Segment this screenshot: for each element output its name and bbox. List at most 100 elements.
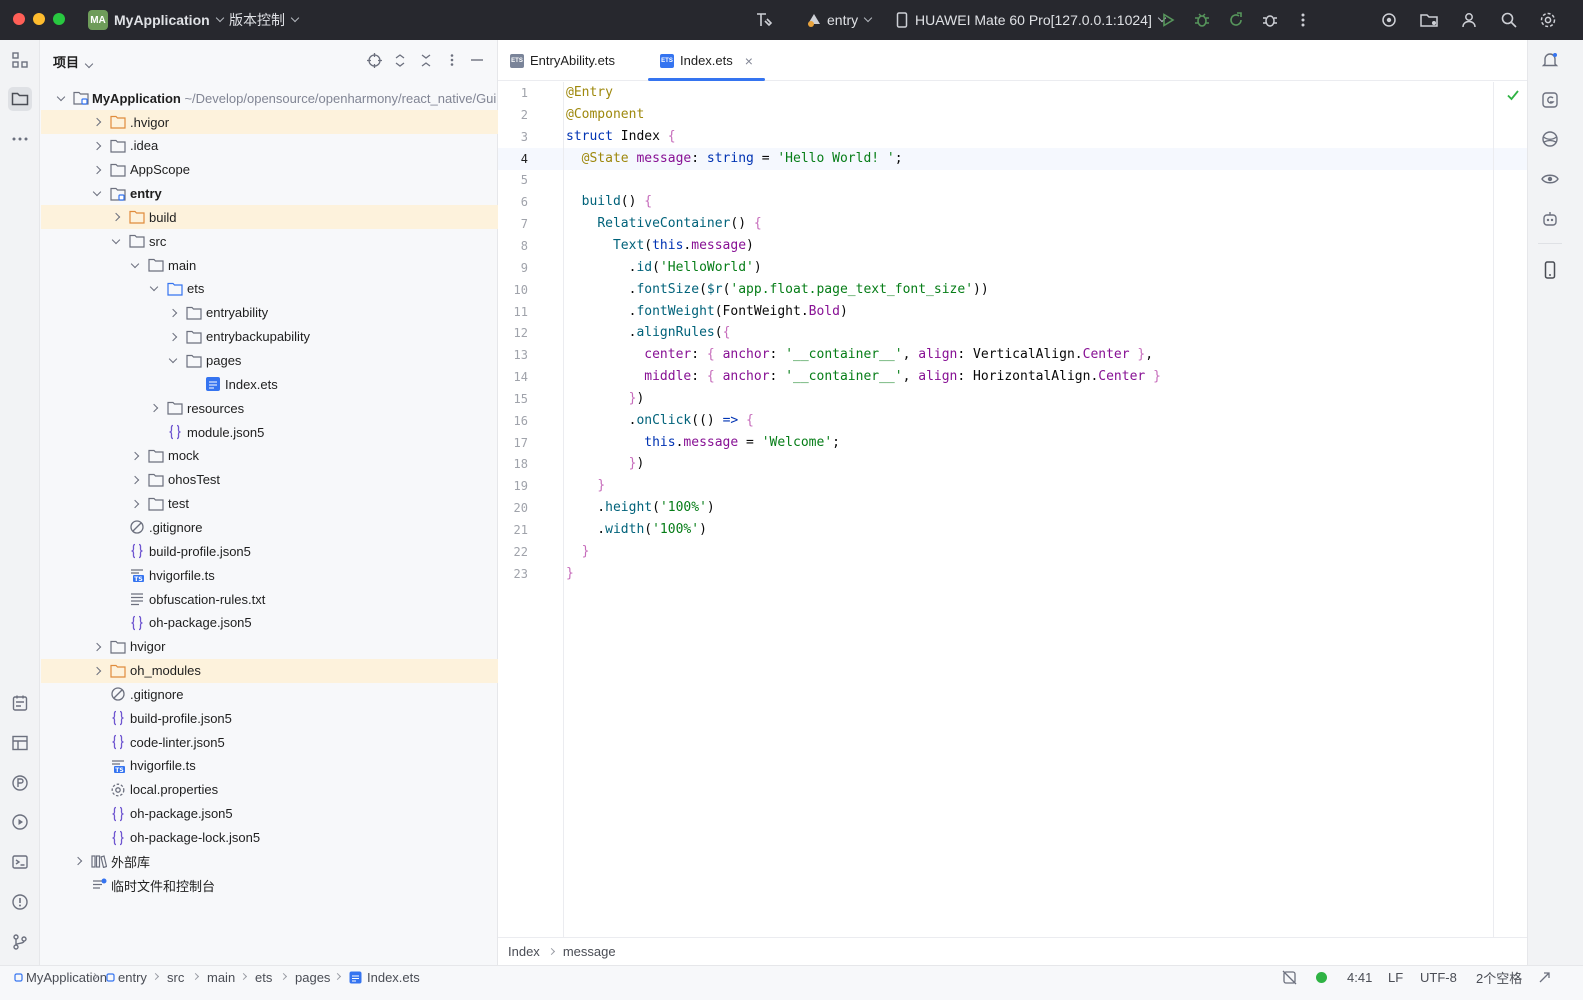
code-line[interactable]: @Entry xyxy=(566,82,613,104)
device-manager-icon[interactable] xyxy=(1419,10,1439,30)
tree-row[interactable]: local.properties xyxy=(41,778,498,802)
locate-file-icon[interactable] xyxy=(366,52,382,68)
tree-row[interactable]: obfuscation-rules.txt xyxy=(41,587,498,611)
chevron-right-icon[interactable] xyxy=(127,448,143,464)
code-line[interactable]: .width('100%') xyxy=(566,519,707,541)
status-path-item[interactable]: Index.ets xyxy=(367,966,420,989)
tree-row[interactable]: mock xyxy=(41,444,498,468)
tree-row[interactable]: .hvigor xyxy=(41,110,498,134)
tree-row[interactable]: resources xyxy=(41,396,498,420)
layout-table-icon[interactable] xyxy=(8,731,32,755)
code-line[interactable]: Text(this.message) xyxy=(566,235,754,257)
chevron-right-icon[interactable] xyxy=(89,663,105,679)
tree-row[interactable]: build xyxy=(41,205,498,230)
notifications-icon[interactable] xyxy=(1538,48,1562,72)
tree-row[interactable]: code-linter.json5 xyxy=(41,730,498,754)
expand-all-icon[interactable] xyxy=(392,52,408,68)
tree-row[interactable]: TS hvigorfile.ts xyxy=(41,563,498,587)
no-problems-check-icon[interactable] xyxy=(1506,88,1522,104)
close-window-button[interactable] xyxy=(13,13,25,25)
previewer-icon[interactable] xyxy=(1538,127,1562,151)
hide-panel-icon[interactable] xyxy=(469,52,485,68)
tree-row[interactable]: build-profile.json5 xyxy=(41,706,498,730)
build-hammer-icon[interactable] xyxy=(754,10,774,30)
tree-row[interactable]: test xyxy=(41,492,498,516)
status-path-item[interactable]: main xyxy=(207,966,235,989)
tab-entryability[interactable]: ETS EntryAbility.ets xyxy=(510,40,640,81)
project-switcher[interactable]: MA MyApplication xyxy=(88,0,224,40)
tree-row[interactable]: 临时文件和控制台 xyxy=(41,873,498,897)
code-line[interactable]: .fontWeight(FontWeight.Bold) xyxy=(566,301,848,323)
lock-icon[interactable] xyxy=(1538,966,1551,989)
tree-row[interactable]: ohosTest xyxy=(41,468,498,492)
chevron-right-icon[interactable] xyxy=(146,400,162,416)
device-selector[interactable]: HUAWEI Mate 60 Pro[127.0.0.1:1024] xyxy=(896,0,1167,40)
file-encoding[interactable]: UTF-8 xyxy=(1420,966,1457,989)
tree-row[interactable]: entry xyxy=(41,182,498,206)
chevron-down-icon[interactable] xyxy=(108,233,124,249)
status-path-item[interactable]: src xyxy=(167,966,184,989)
eye-icon[interactable] xyxy=(1538,167,1562,191)
status-path-item[interactable]: entry xyxy=(118,966,147,989)
code-line[interactable]: .alignRules({ xyxy=(566,322,731,344)
attach-debugger-icon[interactable] xyxy=(1260,10,1280,30)
tree-row[interactable]: entryability xyxy=(41,301,498,325)
more-horizontal-icon[interactable] xyxy=(8,127,32,151)
line-separator[interactable]: LF xyxy=(1388,966,1403,989)
chevron-right-icon[interactable] xyxy=(165,305,181,321)
code-line[interactable]: middle: { anchor: '__container__', align… xyxy=(566,366,1161,388)
tree-row[interactable]: Index.ets xyxy=(41,372,498,396)
code-line[interactable]: } xyxy=(566,541,590,563)
code-line[interactable]: } xyxy=(566,475,605,497)
close-tab-icon[interactable]: × xyxy=(745,53,753,69)
chevron-right-icon[interactable] xyxy=(89,639,105,655)
account-icon[interactable] xyxy=(1459,10,1479,30)
code-line[interactable]: .height('100%') xyxy=(566,497,714,519)
chevron-right-icon[interactable] xyxy=(89,114,105,130)
status-path-item[interactable]: pages xyxy=(295,966,330,989)
tree-row[interactable]: .gitignore xyxy=(41,682,498,706)
readonly-toggle-icon[interactable] xyxy=(1282,966,1297,989)
code-line[interactable]: }) xyxy=(566,453,645,475)
codegenie-icon[interactable] xyxy=(1538,88,1562,112)
code-line[interactable]: } xyxy=(566,563,574,585)
chevron-down-icon[interactable] xyxy=(53,90,69,106)
tree-row[interactable]: module.json5 xyxy=(41,420,498,444)
problems-icon[interactable] xyxy=(8,890,32,914)
chevron-down-icon[interactable] xyxy=(89,186,105,202)
cursor-position[interactable]: 4:41 xyxy=(1347,966,1372,989)
chevron-right-icon[interactable] xyxy=(89,138,105,154)
device-preview-icon[interactable] xyxy=(1538,258,1562,282)
structure-icon[interactable] xyxy=(8,48,32,72)
assistant-bot-icon[interactable] xyxy=(1538,207,1562,231)
settings-gear-icon[interactable] xyxy=(1538,10,1558,30)
chevron-right-icon[interactable] xyxy=(127,496,143,512)
tree-row[interactable]: build-profile.json5 xyxy=(41,539,498,563)
code-line[interactable]: .fontSize($r('app.float.page_text_font_s… xyxy=(566,279,989,301)
tree-row[interactable]: 外部库 xyxy=(41,849,498,873)
collapse-all-icon[interactable] xyxy=(418,52,434,68)
code-line[interactable]: .id('HelloWorld') xyxy=(566,257,762,279)
git-branch-icon[interactable] xyxy=(8,930,32,954)
tree-row[interactable]: entrybackupability xyxy=(41,325,498,349)
vcs-menu[interactable]: 版本控制 xyxy=(229,0,300,40)
search-icon[interactable] xyxy=(1499,10,1519,30)
chevron-down-icon[interactable] xyxy=(127,257,143,273)
run-config-selector[interactable]: entry xyxy=(806,0,873,40)
code-line[interactable]: }) xyxy=(566,388,645,410)
rerun-icon[interactable] xyxy=(1226,10,1246,30)
tree-root-row[interactable]: MyApplication ~/Develop/opensource/openh… xyxy=(41,86,498,110)
indent-setting[interactable]: 2个空格 xyxy=(1476,966,1522,989)
tree-row[interactable]: TS hvigorfile.ts xyxy=(41,754,498,778)
tree-row[interactable]: oh_modules xyxy=(41,658,498,683)
chevron-right-icon[interactable] xyxy=(165,329,181,345)
code-line[interactable]: build() { xyxy=(566,191,652,213)
tree-row[interactable]: ets xyxy=(41,277,498,301)
tree-row[interactable]: oh-package.json5 xyxy=(41,611,498,635)
chevron-down-icon[interactable] xyxy=(165,353,181,369)
minimize-window-button[interactable] xyxy=(33,13,45,25)
connection-status-icon[interactable] xyxy=(1316,966,1327,989)
code-line[interactable]: center: { anchor: '__container__', align… xyxy=(566,344,1153,366)
chevron-right-icon[interactable] xyxy=(127,472,143,488)
code-line[interactable]: @Component xyxy=(566,104,644,126)
